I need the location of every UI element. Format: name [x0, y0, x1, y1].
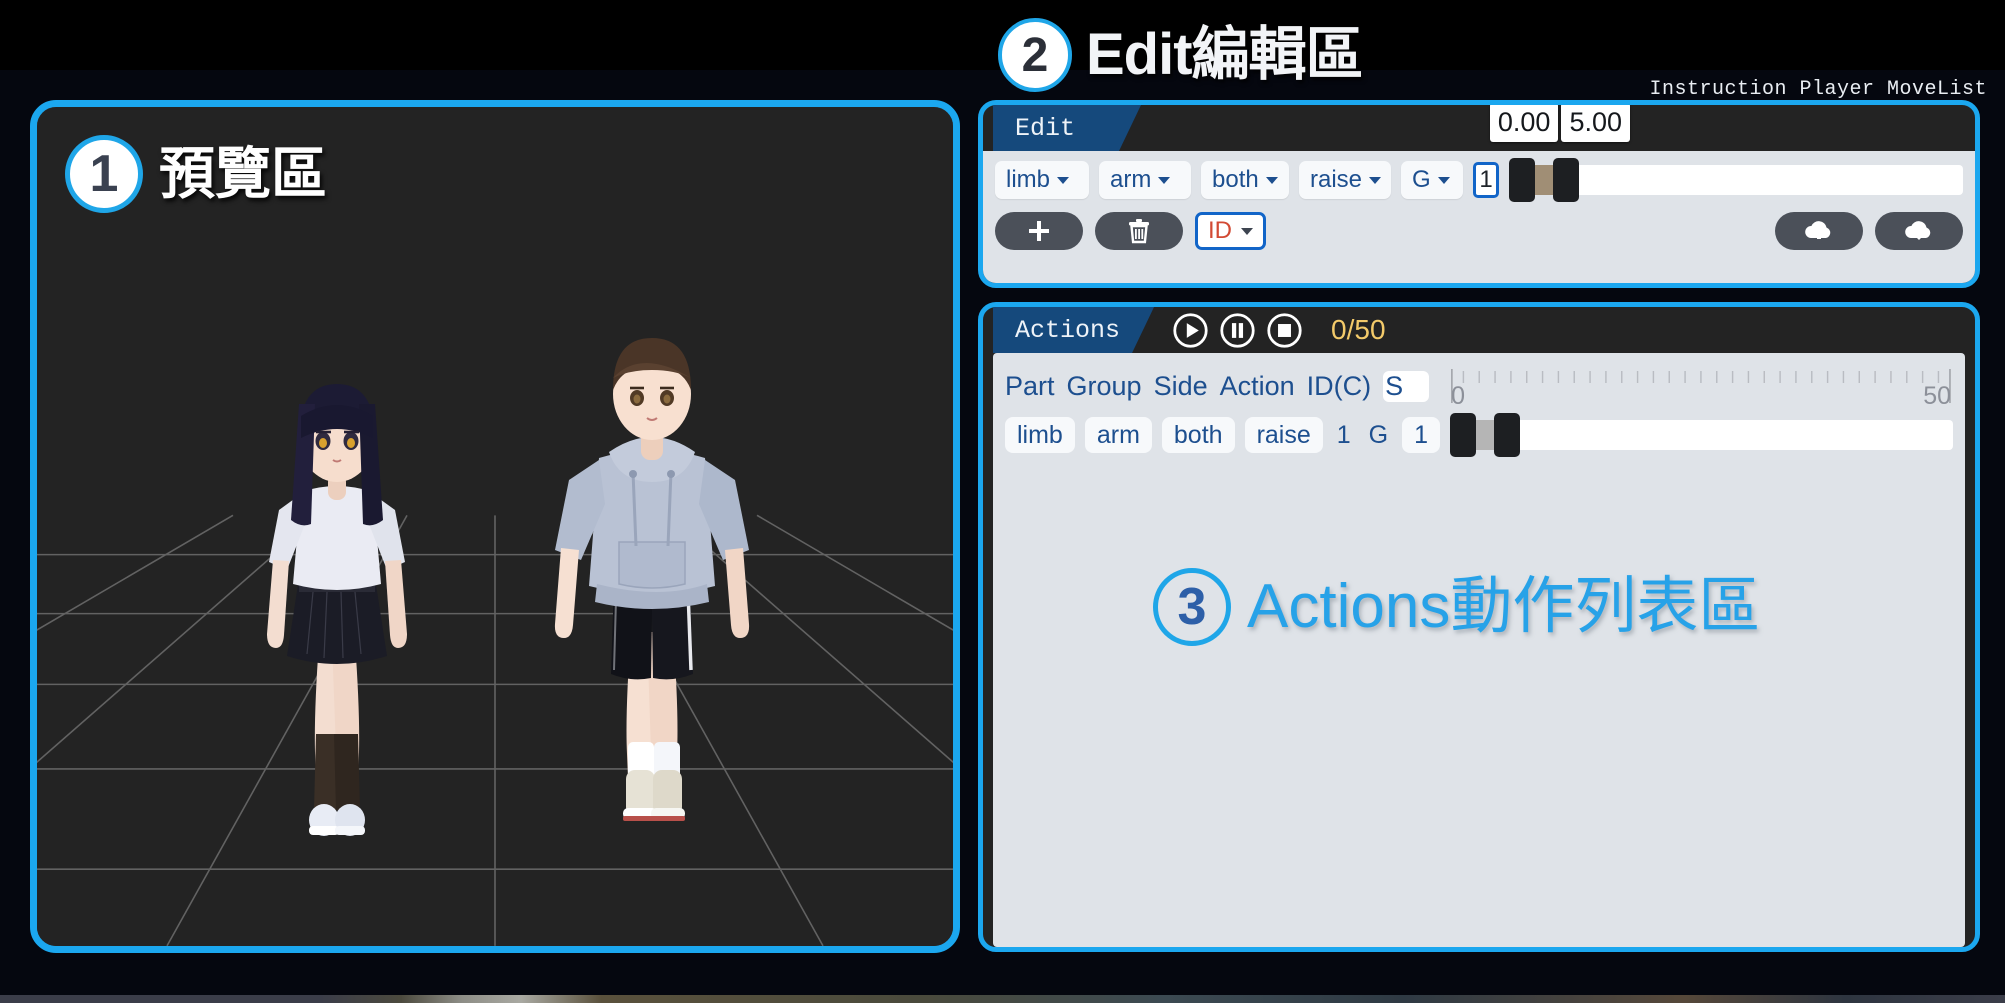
preview-panel[interactable]: 1 預覽區 — [30, 100, 960, 953]
edit-panel: Edit 0.00 5.00 limb arm both raise G 1 I… — [978, 100, 1980, 288]
add-button[interactable] — [995, 212, 1083, 250]
id-dropdown-value: ID — [1208, 217, 1232, 244]
chevron-down-icon — [1369, 176, 1382, 184]
slider-thumb-max[interactable] — [1494, 413, 1521, 457]
edit-area-label: Edit編輯區 — [1086, 22, 1364, 87]
cell-s[interactable]: 1 — [1402, 417, 1441, 453]
actions-area-badge: 3 — [1153, 568, 1231, 646]
app-root: 2 Edit編輯區 Instruction Player MoveList 1 … — [0, 0, 2005, 1003]
part-dropdown-value: limb — [1006, 166, 1051, 193]
delete-button[interactable] — [1095, 212, 1183, 250]
preview-area-badge: 1 — [65, 135, 143, 213]
group-dropdown[interactable]: arm — [1099, 161, 1191, 199]
actions-panel: Actions 0/50 Part Group Side Action ID(C… — [978, 302, 1980, 952]
cell-id-c: 1 — [1336, 420, 1351, 449]
viewport-3d[interactable] — [37, 107, 953, 946]
id-dropdown[interactable]: ID — [1195, 212, 1266, 250]
letter-group-dropdown[interactable]: G — [1401, 161, 1463, 199]
slider-track — [1450, 420, 1953, 450]
ruler-min-label: 0 — [1451, 382, 1466, 410]
range-max-tooltip: 5.00 — [1561, 105, 1630, 142]
cell-g: G — [1368, 420, 1389, 449]
cell-side[interactable]: both — [1161, 417, 1235, 453]
frame-counter: 0/50 — [1331, 314, 1386, 345]
column-header-action: Action — [1219, 370, 1295, 401]
pause-button[interactable] — [1219, 312, 1256, 349]
ruler-max-label: 50 — [1923, 382, 1951, 410]
play-button[interactable] — [1172, 312, 1209, 349]
edit-range-tooltips: 0.00 5.00 — [1489, 105, 1630, 142]
column-header-group: Group — [1066, 370, 1142, 401]
part-dropdown[interactable]: limb — [995, 161, 1089, 199]
actions-panel-header: Actions 0/50 — [983, 307, 1975, 353]
group-dropdown-value: arm — [1110, 166, 1152, 193]
letter-group-dropdown-value: G — [1412, 166, 1431, 193]
column-header-idc: ID(C) — [1306, 370, 1372, 401]
action-dropdown[interactable]: raise — [1299, 161, 1391, 199]
column-header-s: S — [1383, 370, 1430, 402]
cell-group[interactable]: arm — [1084, 417, 1152, 453]
bottom-strip — [0, 995, 2005, 1003]
count-input[interactable]: 1 — [1473, 162, 1499, 198]
chevron-down-icon — [1158, 176, 1171, 184]
preview-area-label: 預覽區 — [159, 142, 327, 205]
edit-area-heading: 2 Edit編輯區 — [998, 18, 1364, 92]
actions-area-heading: 3 Actions動作列表區 — [1153, 568, 1760, 646]
action-dropdown-value: raise — [1310, 166, 1363, 193]
side-dropdown[interactable]: both — [1201, 161, 1289, 199]
female-avatar[interactable] — [217, 342, 457, 862]
grid-floor — [37, 476, 953, 946]
chevron-down-icon — [1437, 176, 1450, 184]
chevron-down-icon — [1265, 176, 1278, 184]
edit-range-slider[interactable] — [1509, 158, 1963, 202]
slider-thumb-max[interactable] — [1553, 158, 1579, 202]
actions-table: Part Group Side Action ID(C) S 0 50 limb… — [993, 353, 1965, 947]
chevron-down-icon — [1057, 176, 1070, 184]
column-header-part: Part — [1005, 370, 1055, 401]
transport-controls — [1172, 312, 1303, 349]
slider-thumb-min[interactable] — [1509, 158, 1535, 202]
side-dropdown-value: both — [1212, 166, 1259, 193]
table-row[interactable]: limb arm both raise 1 G 1 — [1005, 413, 1953, 457]
edit-controls-row: limb arm both raise G 1 — [995, 158, 1963, 202]
edit-button-row: ID — [995, 212, 1963, 250]
instruction-text: Instruction Player MoveList — [1649, 78, 1987, 101]
cell-action[interactable]: raise — [1244, 417, 1323, 453]
slider-thumb-min[interactable] — [1450, 413, 1477, 457]
right-column: Edit 0.00 5.00 limb arm both raise G 1 I… — [978, 100, 1980, 952]
cloud-upload-icon — [1805, 221, 1831, 239]
actions-table-header: Part Group Side Action ID(C) S 0 50 — [1005, 363, 1953, 410]
tab-edit[interactable]: Edit — [993, 105, 1141, 151]
actions-area-label: Actions動作列表區 — [1247, 572, 1761, 641]
chevron-down-icon — [1241, 227, 1253, 235]
tab-actions[interactable]: Actions — [993, 307, 1154, 353]
cloud-download-button[interactable] — [1875, 212, 1963, 250]
row-range-slider[interactable] — [1450, 413, 1953, 457]
cloud-upload-button[interactable] — [1775, 212, 1863, 250]
male-avatar[interactable] — [527, 302, 777, 862]
trash-icon — [1129, 219, 1149, 244]
preview-area-heading: 1 預覽區 — [65, 135, 327, 213]
stop-button[interactable] — [1266, 312, 1303, 349]
add-icon — [1029, 221, 1049, 241]
range-min-tooltip: 0.00 — [1489, 105, 1559, 142]
edit-panel-body: limb arm both raise G 1 ID — [983, 151, 1975, 283]
edit-panel-header: Edit 0.00 5.00 — [983, 105, 1975, 151]
column-header-side: Side — [1153, 370, 1208, 401]
edit-area-badge: 2 — [998, 18, 1072, 92]
timeline-ruler[interactable]: 0 50 — [1449, 363, 1953, 410]
cell-part[interactable]: limb — [1005, 417, 1075, 453]
cloud-download-icon — [1905, 221, 1931, 240]
